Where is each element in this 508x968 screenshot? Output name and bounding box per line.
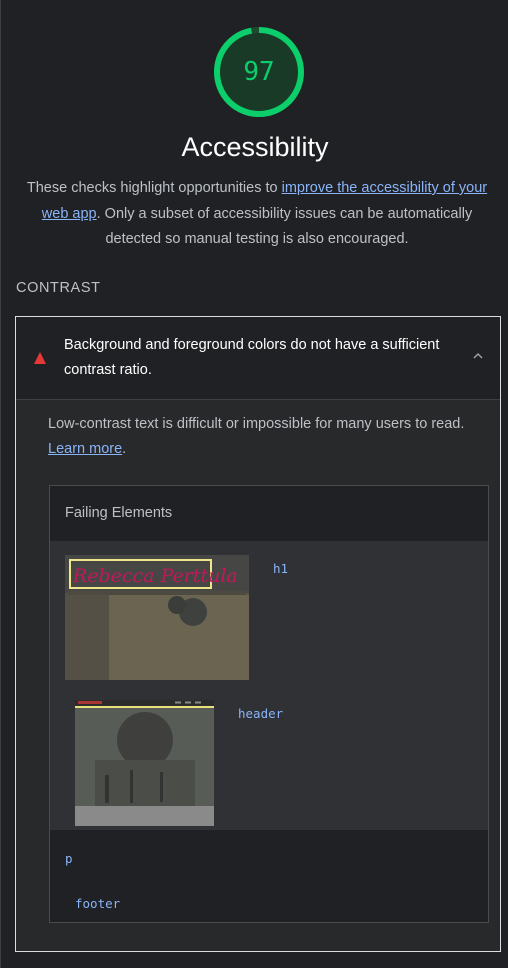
audit-header[interactable]: Background and foreground colors do not …	[16, 317, 500, 399]
audit-body: Low-contrast text is difficult or imposs…	[16, 399, 500, 951]
node-label-header[interactable]: header	[238, 706, 283, 721]
audit-title: Background and foreground colors do not …	[64, 337, 440, 378]
chevron-up-icon[interactable]	[473, 351, 483, 361]
failing-elements-group: Rebecca Perttula h1 header	[50, 541, 488, 830]
node-label-p[interactable]: p	[65, 851, 73, 866]
table-header: Failing Elements	[50, 486, 488, 541]
category-title: Accessibility	[181, 132, 329, 162]
audit-color-contrast: Background and foreground colors do not …	[15, 316, 501, 952]
score-gauge: 97	[212, 25, 306, 119]
table-header-label: Failing Elements	[65, 505, 173, 521]
audit-description: Low-contrast text is difficult or imposs…	[48, 412, 488, 462]
node-label-footer[interactable]: footer	[75, 896, 120, 911]
learn-more-link[interactable]: Learn more	[48, 441, 122, 457]
element-screenshot-header[interactable]	[75, 700, 214, 826]
category-description: These checks highlight opportunities to …	[17, 176, 497, 253]
description-text-after: . Only a subset of accessibility issues …	[96, 205, 473, 248]
h1-screenshot-text: Rebecca Perttula	[72, 565, 238, 587]
fail-triangle-icon	[34, 352, 46, 364]
element-screenshot-h1[interactable]: Rebecca Perttula	[65, 555, 249, 680]
audit-description-text: Low-contrast text is difficult or imposs…	[48, 416, 465, 432]
audit-description-period: .	[122, 441, 127, 457]
node-label-h1[interactable]: h1	[273, 561, 288, 576]
h1-screenshot-image: Rebecca Perttula	[65, 555, 249, 680]
header-screenshot-image	[75, 700, 214, 826]
failing-elements-table: Failing Elements Rebecca Perttula h1 hea…	[49, 485, 489, 923]
group-title-contrast: CONTRAST	[16, 280, 101, 296]
score-value: 97	[243, 57, 275, 87]
description-text-before: These checks highlight opportunities to	[26, 180, 282, 196]
